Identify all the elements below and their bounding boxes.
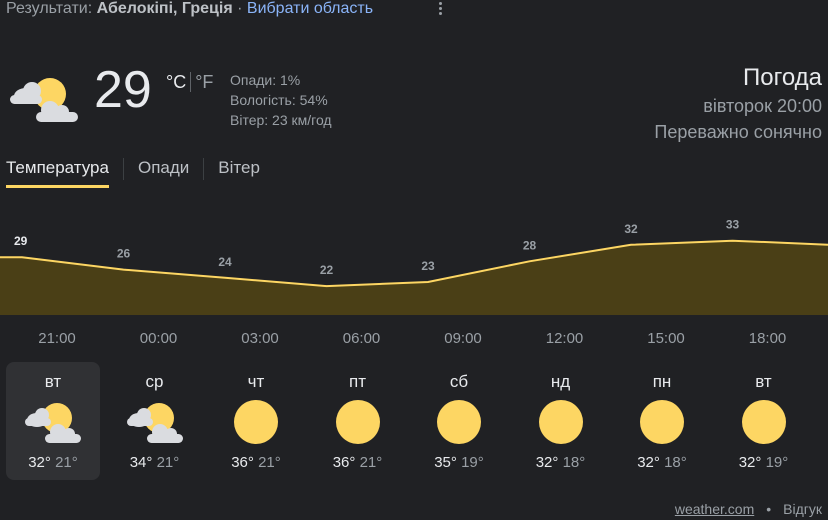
tab-wind[interactable]: Вітер xyxy=(218,158,260,188)
source-link[interactable]: weather.com xyxy=(675,501,754,517)
forecast-day-name: пн xyxy=(652,372,672,391)
time-tick-label: 09:00 xyxy=(444,330,482,347)
forecast-day-5[interactable]: нд 32° 18° xyxy=(514,362,608,480)
partly-sunny-icon xyxy=(125,398,185,446)
forecast-temps: 36° 21° xyxy=(311,454,405,471)
feedback-link[interactable]: Відгук xyxy=(783,501,822,517)
sun-icon xyxy=(734,398,794,446)
forecast-temps: 34° 21° xyxy=(108,454,202,471)
sun-icon xyxy=(328,398,388,446)
forecast-temps: 36° 21° xyxy=(209,454,303,471)
forecast-day-1[interactable]: ср 34° 21° xyxy=(108,362,202,480)
time-tick-label: 12:00 xyxy=(545,330,584,347)
unit-divider xyxy=(190,72,192,92)
low-temp: 21° xyxy=(55,454,78,471)
wind-text: Вітер: 23 км/год xyxy=(230,112,332,128)
forecast-day-7[interactable]: вт 32° 19° xyxy=(717,362,811,480)
low-temp: 18° xyxy=(562,454,586,471)
forecast-day-name: пт xyxy=(349,372,366,391)
forecast-day-6[interactable]: пн 32° 18° xyxy=(615,362,709,480)
low-temp: 21° xyxy=(359,454,383,471)
unit-fahrenheit[interactable]: °F xyxy=(195,72,213,92)
low-temp: 21° xyxy=(258,454,281,471)
forecast-day-name: вт xyxy=(755,372,772,391)
high-temp: 32° xyxy=(28,454,51,471)
sun-icon xyxy=(429,398,489,446)
low-temp: 19° xyxy=(765,454,789,471)
high-temp: 36° xyxy=(332,454,356,471)
forecast-day-name: вт xyxy=(44,372,62,391)
sun-icon xyxy=(226,398,286,446)
forecast-day-name: сб xyxy=(449,372,469,391)
daily-forecast: вт 32° 21° ср 34° 21° чт 36° 21° пт 36° 21° сб 35… xyxy=(6,362,822,482)
chart-data-label: 33 xyxy=(726,220,740,232)
forecast-day-name: ср xyxy=(145,372,164,391)
condition-text: Переважно сонячно xyxy=(654,122,822,142)
high-temp: 35° xyxy=(434,454,457,471)
forecast-day-name: чт xyxy=(247,372,265,391)
time-tick-label: 03:00 xyxy=(241,330,279,347)
partly-sunny-icon xyxy=(10,78,78,122)
weather-title: Погода xyxy=(743,64,822,91)
results-label: Результати: xyxy=(6,0,93,17)
high-temp: 32° xyxy=(637,454,660,471)
chart-data-label: 28 xyxy=(523,238,537,252)
low-temp: 18° xyxy=(664,454,687,471)
temperature-chart: 29 26 24 22 23 28 32 33 xyxy=(0,220,828,315)
time-tick-label: 18:00 xyxy=(748,330,787,347)
chart-tabs: Температура Опади Вітер xyxy=(6,158,260,188)
precipitation-text: Опади: 1% xyxy=(230,72,301,88)
time-tick-label: 00:00 xyxy=(139,330,178,347)
low-temp: 21° xyxy=(156,454,180,471)
footer-dot: • xyxy=(766,501,772,517)
partly-sunny-icon xyxy=(23,398,83,446)
forecast-day-4[interactable]: сб 35° 19° xyxy=(412,362,506,480)
chart-data-label: 22 xyxy=(320,263,334,277)
high-temp: 32° xyxy=(535,454,559,471)
weather-details: Опади: 1% Вологість: 54% Вітер: 23 км/го… xyxy=(230,70,332,130)
unit-celsius[interactable]: °C xyxy=(166,72,186,92)
forecast-temps: 32° 21° xyxy=(6,454,100,471)
forecast-temps: 32° 19° xyxy=(717,454,811,471)
time-axis: 21:00 00:00 03:00 06:00 09:00 12:00 15:00 18:00 xyxy=(0,330,828,350)
time-tick-label: 15:00 xyxy=(647,330,685,347)
forecast-day-name: нд xyxy=(550,372,571,391)
low-temp: 19° xyxy=(461,454,484,471)
footer: weather.com • Відгук xyxy=(675,501,822,517)
unit-toggle: °C °F xyxy=(166,72,213,93)
high-temp: 36° xyxy=(231,454,254,471)
more-options-icon[interactable] xyxy=(432,0,448,20)
choose-area-link[interactable]: Вибрати область xyxy=(247,0,373,17)
forecast-temps: 35° 19° xyxy=(412,454,506,471)
chart-data-label: 26 xyxy=(117,247,131,261)
chart-data-label: 29 xyxy=(14,234,28,248)
time-tick-label: 21:00 xyxy=(38,330,76,347)
tab-divider xyxy=(203,158,205,180)
sun-icon xyxy=(531,398,591,446)
forecast-temps: 32° 18° xyxy=(615,454,709,471)
tab-precipitation[interactable]: Опади xyxy=(138,158,189,188)
time-tick-label: 06:00 xyxy=(342,330,381,347)
tab-divider xyxy=(122,158,124,180)
high-temp: 32° xyxy=(738,454,762,471)
chart-data-label: 24 xyxy=(218,255,232,269)
header-separator: · xyxy=(237,0,243,17)
location-name: Абелокіпі, Греція xyxy=(96,0,233,17)
summary-panel: Погода вівторок 20:00 Переважно сонячно xyxy=(654,63,822,145)
tab-temperature[interactable]: Температура xyxy=(6,158,109,188)
chart-data-label: 23 xyxy=(421,259,435,273)
sun-icon xyxy=(632,398,692,446)
current-temperature: 29 xyxy=(94,61,152,119)
forecast-day-2[interactable]: чт 36° 21° xyxy=(209,362,303,480)
forecast-day-0[interactable]: вт 32° 21° xyxy=(6,362,100,480)
humidity-text: Вологість: 54% xyxy=(230,92,328,108)
forecast-day-3[interactable]: пт 36° 21° xyxy=(311,362,405,480)
high-temp: 34° xyxy=(129,454,153,471)
chart-data-label: 32 xyxy=(624,222,638,236)
results-header: Результати: Абелокіпі, Греція · Вибрати … xyxy=(6,0,373,18)
date-time: вівторок 20:00 xyxy=(703,96,822,116)
forecast-temps: 32° 18° xyxy=(514,454,608,471)
